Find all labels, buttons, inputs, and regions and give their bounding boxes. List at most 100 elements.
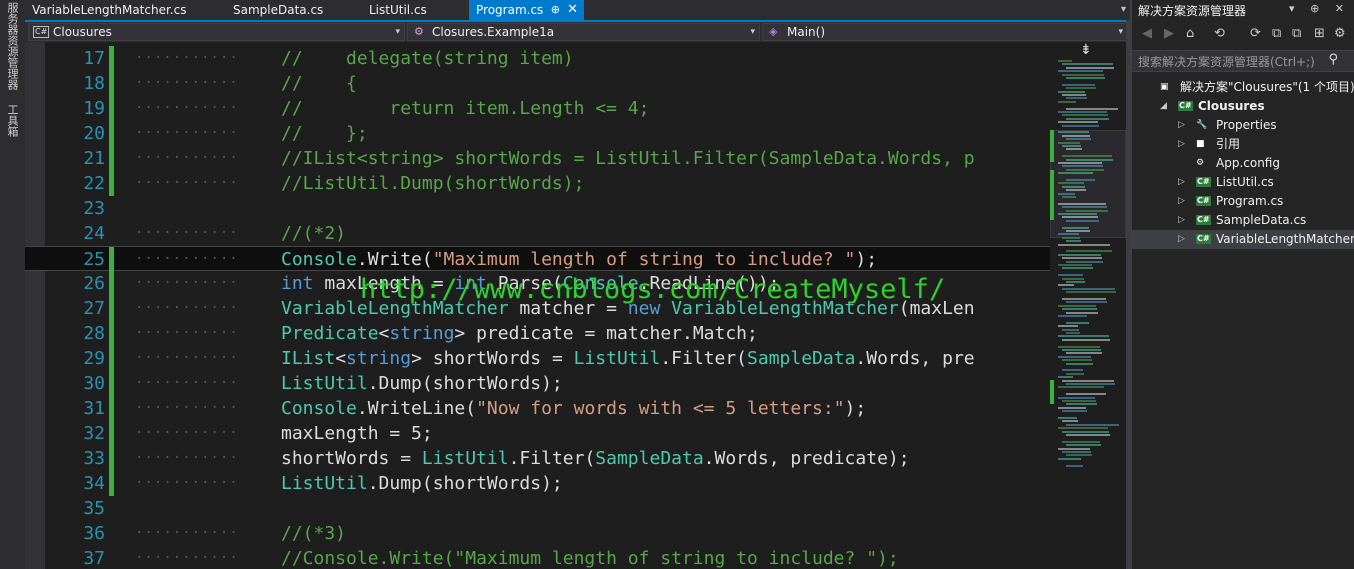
- tree-item[interactable]: ▷ C# VariableLengthMatcher.cs: [1132, 230, 1354, 249]
- code-editor[interactable]: 17 ··········· // delegate(string item) 18 ·…: [25, 42, 1050, 569]
- code-text: //(*2): [281, 221, 346, 246]
- tree-item[interactable]: ⚙ App.config: [1132, 154, 1354, 173]
- tab-listutil[interactable]: ListUtil.cs: [362, 0, 466, 20]
- code-text: ListUtil.Dump(shortWords);: [281, 371, 563, 396]
- line-number: 20: [83, 123, 105, 144]
- minimap-line: [1066, 117, 1109, 120]
- minimap-line: [1062, 165, 1103, 168]
- minimap-line: [1058, 100, 1076, 103]
- minimap[interactable]: ⇟: [1050, 42, 1126, 569]
- code-text: Console.Write("Maximum length of string …: [281, 247, 877, 272]
- toolbox-tab[interactable]: 工具箱: [4, 104, 20, 137]
- code-line[interactable]: 30 ··········· ListUtil.Dump(shortWords);: [25, 371, 1050, 396]
- expand-arrow-icon[interactable]: ▷: [1178, 116, 1185, 135]
- search-input[interactable]: 搜索解决方案资源管理器(Ctrl+;): [1138, 53, 1315, 70]
- indent-guide-dots: ···········: [135, 150, 239, 166]
- tree-item[interactable]: ▣ 解决方案"Clousures"(1 个项目): [1132, 78, 1354, 97]
- minimap-line: [1066, 434, 1110, 436]
- line-number: 23: [83, 198, 105, 219]
- indent-guide-dots: ···········: [135, 450, 239, 466]
- code-line[interactable]: 20 ··········· // };: [25, 121, 1050, 146]
- minimap-line: [1066, 383, 1115, 385]
- code-line[interactable]: 22 ··········· //ListUtil.Dump(shortWords)…: [25, 171, 1050, 196]
- code-line[interactable]: 23: [25, 196, 1050, 221]
- code-line[interactable]: 18 ··········· // {: [25, 71, 1050, 96]
- code-line[interactable]: 33 ··········· shortWords = ListUtil.Filte…: [25, 446, 1050, 471]
- tree-item[interactable]: ▷ C# SampleData.cs: [1132, 211, 1354, 230]
- class-dropdown[interactable]: ⚙ Closures.Example1a ▾: [407, 23, 760, 41]
- code-line[interactable]: 28 ··········· Predicate<string> predicate…: [25, 321, 1050, 346]
- sync-icon[interactable]: ⟳: [1250, 26, 1261, 41]
- code-line[interactable]: 34 ··········· ListUtil.Dump(shortWords);: [25, 471, 1050, 496]
- tree-item[interactable]: ◢ C# Clousures: [1132, 97, 1354, 116]
- code-line[interactable]: 21 ··········· //IList<string> shortWords …: [25, 146, 1050, 171]
- minimap-line: [1066, 281, 1085, 283]
- properties-icon[interactable]: ⚙: [1334, 26, 1346, 41]
- code-token: SampleData: [595, 448, 704, 469]
- code-line[interactable]: 24 ··········· //(*2): [25, 221, 1050, 246]
- server-explorer-tab[interactable]: 服务器资源管理器: [4, 2, 20, 90]
- search-icon[interactable]: ⚲: [1328, 52, 1338, 67]
- minimap-line: [1058, 202, 1106, 205]
- expand-arrow-icon[interactable]: ▷: [1178, 192, 1185, 211]
- line-number: 28: [83, 323, 105, 344]
- expand-arrow-icon[interactable]: ▷: [1178, 173, 1185, 192]
- indent-guide-dots: ···········: [135, 75, 239, 91]
- minimap-line: [1058, 406, 1086, 409]
- minimap-line: [1062, 63, 1113, 66]
- tree-item[interactable]: ▷ C# ListUtil.cs: [1132, 173, 1354, 192]
- expand-arrow-icon[interactable]: ▷: [1178, 211, 1185, 230]
- expanded-arrow-icon[interactable]: ◢: [1160, 97, 1167, 116]
- home-icon[interactable]: ⌂: [1186, 26, 1194, 41]
- code-token: IList: [281, 348, 336, 369]
- expand-arrow-icon[interactable]: ▷: [1178, 135, 1185, 154]
- minimap-line: [1066, 423, 1119, 426]
- code-text: //ListUtil.Dump(shortWords);: [281, 171, 584, 196]
- csharp-file-icon: C#: [1196, 215, 1211, 225]
- pin-icon[interactable]: ⊕: [551, 0, 560, 20]
- tab-program[interactable]: Program.cs ⊕ ✕: [469, 0, 584, 20]
- minimap-line: [1062, 359, 1092, 362]
- member-dropdown[interactable]: ◈ Main() ▾: [762, 23, 1128, 41]
- tab-overflow-dropdown-icon[interactable]: ▾: [1121, 0, 1126, 20]
- csharp-file-icon: C#: [1196, 196, 1211, 206]
- tree-item[interactable]: ▷ 🔧 Properties: [1132, 116, 1354, 135]
- code-line[interactable]: 32 ··········· maxLength = 5;: [25, 421, 1050, 446]
- code-line[interactable]: 31 ··········· Console.WriteLine("Now for …: [25, 396, 1050, 421]
- minimap-line: [1062, 338, 1110, 341]
- tab-sampledata[interactable]: SampleData.cs: [226, 0, 356, 20]
- project-dropdown[interactable]: C# Clousures ▾: [28, 23, 405, 41]
- history-icon[interactable]: ⟲: [1214, 26, 1225, 41]
- change-indicator: [109, 471, 114, 496]
- copy-icon[interactable]: ⧉: [1292, 26, 1301, 41]
- code-token: // };: [281, 123, 368, 144]
- forward-icon[interactable]: ▶: [1164, 26, 1174, 41]
- tree-item[interactable]: ▷ ■ 引用: [1132, 135, 1354, 154]
- tab-variablelengthmatcher[interactable]: VariableLengthMatcher.cs: [25, 0, 221, 20]
- code-line[interactable]: 19 ··········· // return item.Length <= 4;: [25, 96, 1050, 121]
- minimap-line: [1066, 240, 1081, 243]
- code-line[interactable]: 29 ··········· IList<string> shortWords = …: [25, 346, 1050, 371]
- line-number: 37: [83, 548, 105, 569]
- show-all-files-icon[interactable]: ⊞: [1314, 26, 1325, 41]
- code-line[interactable]: 17 ··········· // delegate(string item): [25, 46, 1050, 71]
- minimap-line: [1062, 226, 1089, 229]
- code-line[interactable]: 35: [25, 496, 1050, 521]
- code-line[interactable]: 25 ··········· Console.Write("Maximum leng…: [25, 246, 1050, 272]
- back-icon[interactable]: ◀: [1142, 26, 1152, 41]
- close-icon[interactable]: ✕: [567, 0, 578, 20]
- tree-item[interactable]: ▷ C# Program.cs: [1132, 192, 1354, 211]
- solution-explorer-search[interactable]: 搜索解决方案资源管理器(Ctrl+;) ⚲: [1132, 50, 1354, 72]
- line-number: 17: [83, 48, 105, 69]
- split-window-icon[interactable]: ⇟: [1080, 42, 1092, 58]
- code-token: SampleData: [747, 348, 856, 369]
- code-token: //(*3): [281, 523, 347, 544]
- code-line[interactable]: 37 ··········· //Console.Write("Maximum le…: [25, 546, 1050, 569]
- window-buttons[interactable]: ▾ ⊕ ✕: [1289, 2, 1350, 15]
- collapse-all-icon[interactable]: ⧉: [1272, 26, 1281, 41]
- csharp-project-icon: C#: [33, 26, 50, 38]
- expand-arrow-icon[interactable]: ▷: [1178, 230, 1185, 249]
- code-line[interactable]: 36 ··········· //(*3): [25, 521, 1050, 546]
- member-name: Main(): [787, 25, 826, 39]
- minimap-line: [1062, 308, 1097, 311]
